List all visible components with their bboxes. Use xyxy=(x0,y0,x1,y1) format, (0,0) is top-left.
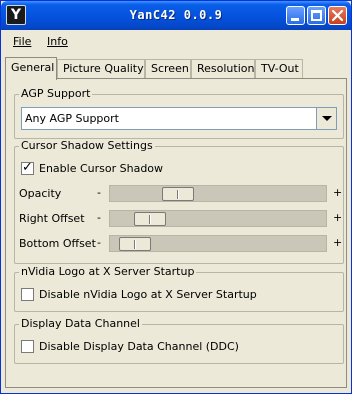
menu-file[interactable]: File xyxy=(13,35,31,48)
general-panel: AGP Support Any AGP Support Cursor Shado… xyxy=(5,78,347,388)
right-offset-slider[interactable] xyxy=(109,210,327,227)
agp-support-value: Any AGP Support xyxy=(25,112,119,125)
bottom-offset-slider[interactable] xyxy=(109,235,327,252)
menu-info-label: Info xyxy=(47,35,68,48)
grip-icon xyxy=(134,240,136,249)
agp-dropdown-button[interactable] xyxy=(316,108,336,129)
agp-support-group: AGP Support Any AGP Support xyxy=(14,87,344,139)
right-offset-slider-row: Right Offset - + xyxy=(15,210,345,228)
enable-cursor-shadow-checkbox[interactable]: ✓ xyxy=(21,160,34,175)
right-offset-slider-thumb[interactable] xyxy=(134,212,166,226)
maximize-icon xyxy=(311,10,322,21)
bottom-offset-plus: + xyxy=(333,236,343,249)
right-offset-minus: - xyxy=(97,211,101,224)
grip-icon xyxy=(177,190,179,199)
right-offset-plus: + xyxy=(333,211,343,224)
close-button[interactable] xyxy=(328,6,347,25)
menu-bar: File Info xyxy=(1,31,351,53)
minimize-button[interactable] xyxy=(286,6,305,25)
ddc-group: Display Data Channel Disable Display Dat… xyxy=(14,317,344,364)
tab-picture-quality[interactable]: Picture Quality xyxy=(57,59,145,79)
right-offset-label: Right Offset xyxy=(19,212,85,225)
minimize-icon xyxy=(291,18,299,21)
bottom-offset-label: Bottom Offset xyxy=(19,237,96,250)
maximize-button[interactable] xyxy=(307,6,326,25)
chevron-down-icon xyxy=(322,116,332,121)
disable-ddc-checkbox[interactable] xyxy=(21,340,34,353)
checkmark-icon: ✓ xyxy=(22,160,33,175)
tab-tv-out[interactable]: TV-Out xyxy=(255,59,303,79)
opacity-slider-row: Opacity - + xyxy=(15,185,345,203)
tab-general[interactable]: General xyxy=(5,57,57,80)
bottom-offset-minus: - xyxy=(97,236,101,249)
cursor-shadow-group: Cursor Shadow Settings ✓ Enable Cursor S… xyxy=(14,139,345,264)
tab-resolution[interactable]: Resolution xyxy=(191,59,255,79)
opacity-minus: - xyxy=(97,186,101,199)
app-window: Y YanC42 0.0.9 File Info General Picture… xyxy=(0,0,352,394)
menu-info[interactable]: Info xyxy=(47,35,68,48)
opacity-slider[interactable] xyxy=(109,185,327,202)
agp-support-select[interactable]: Any AGP Support xyxy=(21,107,337,130)
ddc-title: Display Data Channel xyxy=(19,317,142,330)
agp-support-title: AGP Support xyxy=(19,87,93,100)
menu-file-label: File xyxy=(13,35,32,48)
disable-ddc-label: Disable Display Data Channel (DDC) xyxy=(39,340,239,353)
tab-screen[interactable]: Screen xyxy=(145,59,191,79)
opacity-plus: + xyxy=(333,186,343,199)
bottom-offset-slider-row: Bottom Offset - + xyxy=(15,235,345,253)
nvidia-logo-title: nVidia Logo at X Server Startup xyxy=(19,265,197,278)
disable-nvidia-logo-checkbox[interactable] xyxy=(21,288,34,301)
close-icon xyxy=(331,9,344,22)
title-bar[interactable]: Y YanC42 0.0.9 xyxy=(1,1,351,30)
enable-cursor-shadow-label: Enable Cursor Shadow xyxy=(39,162,164,175)
nvidia-logo-group: nVidia Logo at X Server Startup Disable … xyxy=(14,265,344,312)
opacity-slider-thumb[interactable] xyxy=(162,187,194,201)
disable-nvidia-logo-label: Disable nVidia Logo at X Server Startup xyxy=(39,288,257,301)
opacity-label: Opacity xyxy=(19,187,62,200)
bottom-offset-slider-thumb[interactable] xyxy=(119,237,151,251)
cursor-shadow-title: Cursor Shadow Settings xyxy=(19,139,155,152)
grip-icon xyxy=(149,215,151,224)
